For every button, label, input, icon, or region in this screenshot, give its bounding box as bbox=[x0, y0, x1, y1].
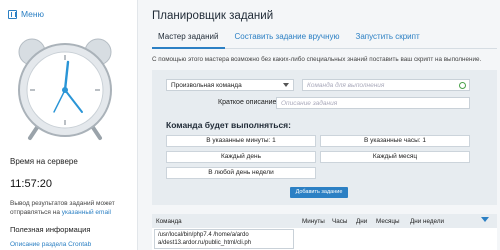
wizard-hint: С помощью этого мастера возможно без как… bbox=[152, 56, 482, 63]
description-placeholder: Описание задания bbox=[281, 100, 338, 107]
menu-button[interactable]: Меню bbox=[8, 9, 44, 19]
schedule-daily-button[interactable]: Каждый день bbox=[166, 151, 316, 163]
col-days: Дни bbox=[356, 218, 368, 225]
col-hours: Часы bbox=[332, 218, 348, 225]
task-command-line-1: /usr/local/bin/php7.4 /home/a/ardo bbox=[158, 232, 249, 238]
task-type-select[interactable]: Произвольная команда bbox=[166, 79, 294, 91]
useful-info-title: Полезная информация bbox=[10, 225, 91, 234]
col-months: Месяцы bbox=[376, 218, 400, 225]
tab-manual[interactable]: Составить задание вручную bbox=[229, 27, 346, 49]
menu-icon bbox=[8, 9, 17, 19]
col-command: Команда bbox=[156, 218, 182, 225]
task-type-value: Произвольная команда bbox=[171, 82, 242, 89]
table-row: /usr/local/bin/php7.4 /home/a/ardo a/des… bbox=[152, 228, 497, 250]
menu-label: Меню bbox=[21, 9, 44, 19]
filter-icon[interactable] bbox=[481, 217, 489, 222]
task-command-line-2: a/dest13.ardor.ru/public_html/cli.ph bbox=[158, 240, 252, 246]
schedule-weekday-button[interactable]: В любой день недели bbox=[166, 167, 316, 179]
chevron-down-icon bbox=[283, 83, 289, 87]
task-command-cell[interactable]: /usr/local/bin/php7.4 /home/a/ardo a/des… bbox=[154, 229, 294, 249]
check-circle-icon bbox=[459, 82, 466, 89]
server-time-title: Время на сервере bbox=[10, 157, 78, 166]
schedule-hours-button[interactable]: В указанные часы: 1 bbox=[320, 135, 470, 147]
schedule-title: Команда будет выполняться: bbox=[166, 120, 291, 130]
description-label: Краткое описание: bbox=[218, 99, 279, 106]
schedule-minutes-button[interactable]: В указанные минуты: 1 bbox=[166, 135, 316, 147]
tab-bar: Мастер заданий Составить задание вручную… bbox=[152, 27, 497, 49]
command-input[interactable]: Команда для выполнения bbox=[302, 79, 470, 91]
sidebar: Меню Время на сервере 11:57:20 Вывод рез… bbox=[0, 0, 138, 250]
schedule-monthly-button[interactable]: Каждый месяц bbox=[320, 151, 470, 163]
server-time: 11:57:20 bbox=[10, 178, 53, 190]
page-title: Планировщик заданий bbox=[152, 10, 274, 22]
alarm-clock-illustration bbox=[10, 30, 120, 142]
email-link[interactable]: указанный email bbox=[62, 209, 111, 216]
crontab-help-link[interactable]: Описание раздела Crontab bbox=[10, 241, 91, 248]
add-task-button[interactable]: Добавить задание bbox=[290, 187, 348, 198]
wizard-panel: Произвольная команда Команда для выполне… bbox=[152, 70, 497, 205]
tasks-table-header: Команда Минуты Часы Дни Месяцы Дни недел… bbox=[152, 214, 497, 228]
col-weekdays: Дни недели bbox=[410, 218, 445, 225]
tab-wizard[interactable]: Мастер заданий bbox=[152, 27, 225, 49]
email-note: Вывод результатов заданий может отправля… bbox=[10, 199, 134, 217]
tab-run-script[interactable]: Запустить скрипт bbox=[350, 27, 426, 49]
col-minutes: Минуты bbox=[302, 218, 325, 225]
command-placeholder: Команда для выполнения bbox=[307, 82, 385, 89]
description-input[interactable]: Описание задания bbox=[276, 97, 470, 109]
